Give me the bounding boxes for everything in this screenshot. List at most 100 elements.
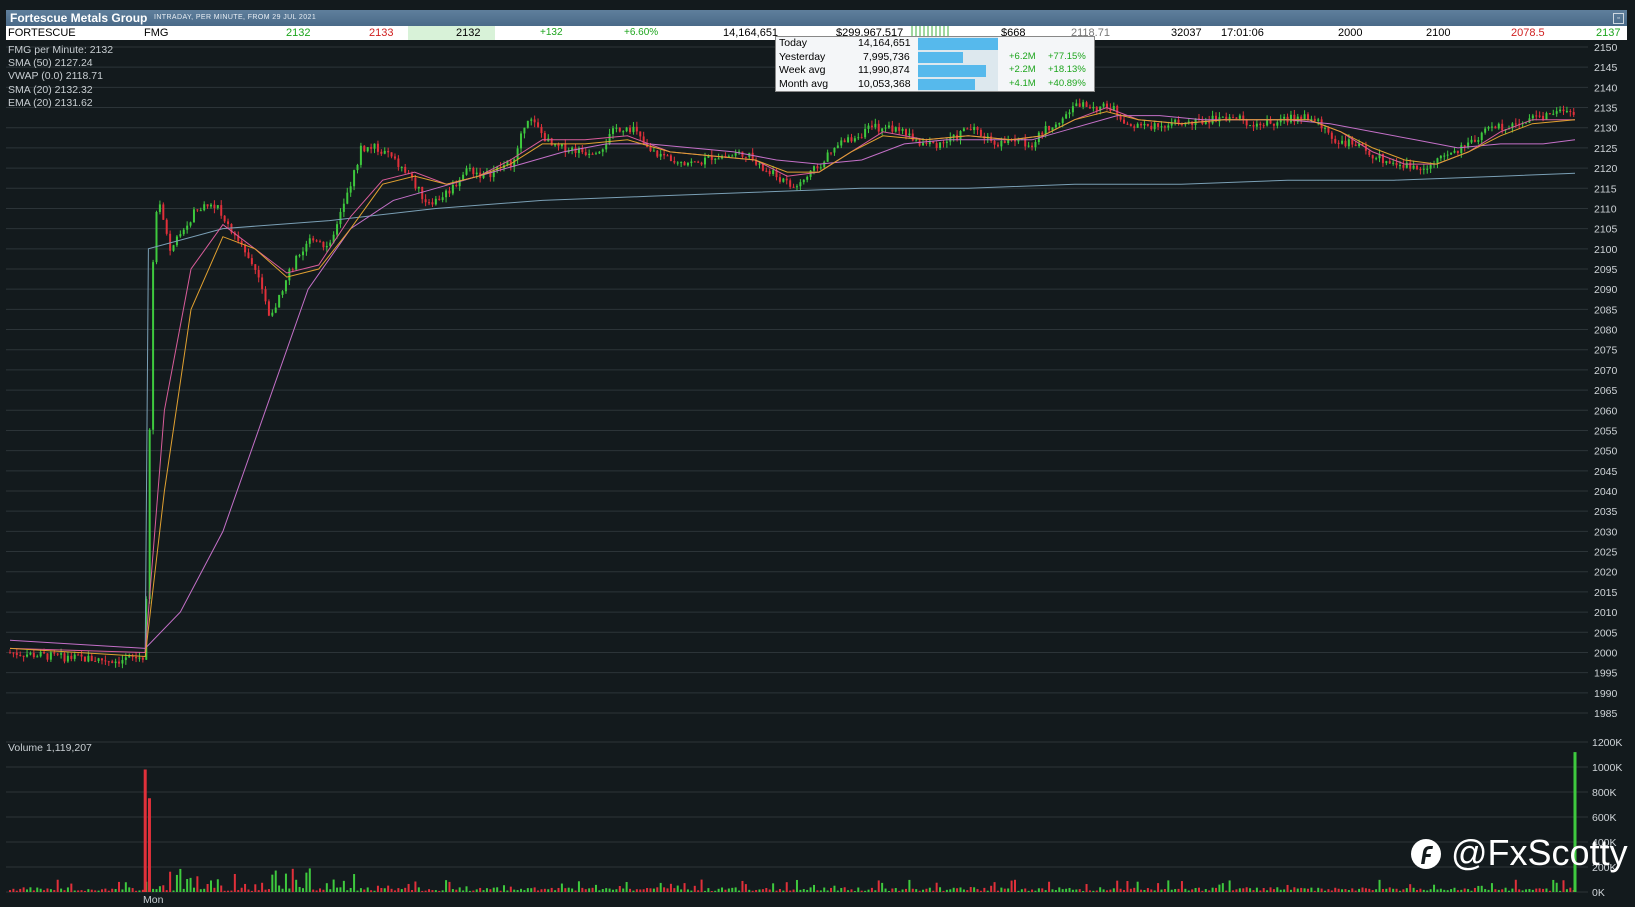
volume-bar <box>465 886 468 892</box>
candle-body <box>608 133 611 144</box>
volume-bar <box>1184 888 1187 892</box>
candle-body <box>376 143 379 152</box>
candle-body <box>196 209 199 211</box>
price-tick-label: 1985 <box>1594 708 1618 720</box>
candle-body <box>853 138 856 142</box>
candle-body <box>1497 123 1500 129</box>
volume-bar <box>1433 884 1436 892</box>
volume-bar <box>56 879 59 892</box>
price-tick-label: 2150 <box>1594 42 1618 54</box>
candle-body <box>295 255 298 270</box>
volume-bar <box>857 887 860 892</box>
volume-bar <box>959 887 962 892</box>
candle-body <box>1092 106 1095 109</box>
candle-body <box>1402 165 1405 168</box>
volume-bar <box>1242 888 1245 892</box>
volume-bar <box>1201 890 1204 892</box>
volume-bar <box>1344 889 1347 892</box>
volume-bar <box>1007 888 1010 892</box>
volume-bar <box>1245 887 1248 892</box>
candle-body <box>1269 119 1272 124</box>
price-tick-label: 2085 <box>1594 304 1618 316</box>
volume-bar <box>373 890 376 892</box>
volume-bar <box>663 887 666 892</box>
volume-tick-label: 1000K <box>1592 762 1622 774</box>
volume-bar <box>717 888 720 892</box>
candle-body <box>1419 169 1422 171</box>
volume-bar <box>1109 889 1112 892</box>
candle-body <box>1266 119 1269 126</box>
candle-body <box>1031 145 1034 148</box>
candle-body <box>663 153 666 156</box>
candle-body <box>1562 109 1565 112</box>
volume-bar <box>393 890 396 892</box>
volume-bar <box>1416 889 1419 892</box>
volume-bar <box>315 890 318 892</box>
price-axis: 2150 2145 2140 2135 2130 2125 2120 2115 2110 2105… <box>1594 42 1618 720</box>
volume-bar <box>1467 889 1470 892</box>
candle-body <box>891 125 894 132</box>
ema20-line <box>9 111 1576 658</box>
legend-ema20: EMA (20) 2131.62 <box>8 96 93 109</box>
volume-bar <box>128 887 131 892</box>
volume-bar <box>652 888 655 892</box>
sma50-line <box>9 115 1576 649</box>
candle-body <box>564 143 567 153</box>
candle-body <box>203 204 206 211</box>
volume-bar <box>1443 889 1446 892</box>
volume-bar <box>448 881 451 892</box>
candle-body <box>622 131 625 133</box>
candle-body <box>431 202 434 205</box>
volume-bar <box>445 880 448 892</box>
candle-body <box>1000 140 1003 147</box>
candle-body <box>308 238 311 244</box>
volume-bar <box>949 889 952 892</box>
volume-bar <box>46 888 49 892</box>
popup-chg: +6.2M <box>1009 50 1036 62</box>
volume-bar <box>312 889 315 892</box>
candles <box>9 98 1575 669</box>
candle-body <box>1262 125 1265 127</box>
candle-body <box>615 127 618 129</box>
price-chart[interactable]: 2150 2145 2140 2135 2130 2125 2120 2115 2110 2105… <box>0 0 1635 907</box>
volume-bar <box>1051 889 1054 892</box>
candle-body <box>1034 142 1037 148</box>
volume-bar <box>182 888 185 892</box>
candle-body <box>877 123 880 132</box>
volume-bar <box>124 882 127 892</box>
candle-body <box>138 657 141 659</box>
volume-bar <box>196 876 199 892</box>
candle-body <box>659 153 662 157</box>
candle-body <box>393 156 396 159</box>
candle-body <box>1300 116 1303 120</box>
volume-bar <box>1501 889 1504 892</box>
volume-bar <box>305 872 308 892</box>
volume-bar <box>237 890 240 892</box>
price-tick-label: 2060 <box>1594 405 1618 417</box>
volume-bar <box>669 883 672 892</box>
candle-body <box>1249 125 1252 127</box>
candle-body <box>1334 138 1337 143</box>
candle-body <box>1337 142 1340 144</box>
volume-bar <box>257 890 260 892</box>
volume-bar <box>1010 880 1013 892</box>
volume-bar <box>1402 889 1405 892</box>
volume-bar <box>1559 890 1562 892</box>
volume-bar <box>43 890 46 892</box>
candle-body <box>1501 123 1504 131</box>
volume-bar <box>1531 889 1534 892</box>
candle-body <box>973 126 976 131</box>
volume-bar <box>847 890 850 892</box>
volume-bar <box>261 882 264 892</box>
candle-body <box>1490 126 1493 128</box>
candle-body <box>1538 115 1541 117</box>
volume-bar <box>162 885 165 892</box>
candle-body <box>1565 111 1568 113</box>
volume-bar <box>353 874 356 892</box>
volume-bar <box>141 889 144 892</box>
candle-body <box>172 245 175 251</box>
volume-bar <box>1368 888 1371 892</box>
volume-bar <box>288 888 291 892</box>
price-grid <box>6 46 1588 714</box>
candle-body <box>1075 103 1078 107</box>
